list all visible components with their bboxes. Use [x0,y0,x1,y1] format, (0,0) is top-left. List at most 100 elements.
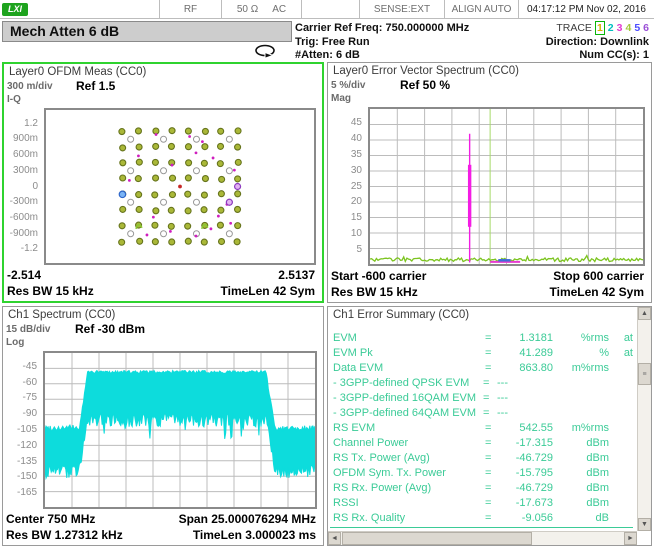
lxi-status-icon: LXI [2,3,28,16]
panel-ch1-error-summary[interactable]: Ch1 Error Summary (CC0) EVM=1.3181%rmsat… [327,306,652,546]
active-function-readout[interactable]: Mech Atten 6 dB [2,21,292,42]
error-dot [212,157,215,160]
y-tick-label: -600m [4,212,38,223]
trace-number-6[interactable]: 6 [643,22,649,34]
equals-sign: = [483,392,495,404]
y-axis-ticks: 45403530252015105 [328,107,364,266]
metric-unit: m%rms [553,422,609,434]
equals-sign: = [485,452,497,464]
panel-ofdm-meas[interactable]: Layer0 OFDM Meas (CC0) 300 m/div Ref 1.5… [2,62,324,303]
summary-row: RS Rx. Quality=-9.056dB [333,510,633,525]
metric-value: 41.289 [497,347,553,359]
y-scale-per-div: 300 m/div [7,81,53,92]
purple-point [235,184,241,190]
scroll-right-icon[interactable]: ► [624,532,637,545]
horizontal-scroll-thumb[interactable] [342,532,532,545]
y-tick-label: 600m [4,149,38,160]
vertical-scroll-thumb[interactable]: ≡ [638,363,651,385]
qam64-point [168,223,174,229]
metric-unit: dBm [553,497,609,509]
error-dot [169,230,172,233]
metric-name: RS Rx. Power (Avg) [333,482,485,494]
qam64-point [137,238,143,244]
error-dot [171,164,174,167]
qam64-point [185,144,191,150]
metric-unit: dBm [553,452,609,464]
scroll-up-icon[interactable]: ▲ [638,307,651,320]
trace-number-1[interactable]: 1 [595,21,605,35]
metric-name: Channel Power [333,437,485,449]
qam64-point [219,239,225,245]
error-dot [210,227,213,230]
center-freq-label: Center 750 MHz [6,512,95,527]
qam64-point [119,223,125,229]
trace-direction-block: TRACE123456 Direction: Downlink Num CC(s… [546,22,649,63]
qam64-point [202,128,208,134]
qam64-point [235,128,241,134]
error-summary-table: EVM=1.3181%rmsatEVM Pk=41.289%atData EVM… [333,330,633,525]
equals-sign: = [485,347,497,359]
x-axis-row: Start -600 carrier Stop 600 carrier [331,269,644,284]
y-tick-label: 30 [328,165,362,176]
y-tick-label: -75 [3,392,37,403]
pilot-point [161,168,167,174]
qam64-point [120,206,126,212]
qam64-point [235,176,241,182]
trace-number-2[interactable]: 2 [608,22,614,34]
qam64-point [153,208,159,214]
scroll-left-icon[interactable]: ◄ [328,532,341,545]
summary-row: Channel Power=-17.315dBm [333,435,633,450]
y-tick-label: -45 [3,361,37,372]
equals-sign: = [485,482,497,494]
qam64-point [235,144,241,150]
evs-plot [368,107,645,266]
metric-extra: at [609,347,633,359]
y-scale-per-div: 15 dB/div [6,324,50,335]
trace-number-5[interactable]: 5 [634,22,640,34]
y-tick-label: 1.2 [4,118,38,129]
metric-value: --- [495,377,553,389]
metric-value: -46.729 [497,452,553,464]
scroll-down-icon[interactable]: ▼ [638,518,651,531]
pilot-point [128,136,134,142]
ref-level-label: Ref -30 dBm [75,322,145,336]
x-max-label: 2.5137 [278,268,315,283]
vertical-scrollbar[interactable]: ▲ ≡ ▼ [637,307,651,531]
qam64-point [152,192,158,198]
panel-ch1-spectrum[interactable]: Ch1 Spectrum (CC0) 15 dB/div Ref -30 dBm… [2,306,324,546]
y-tick-label: -150 [3,471,37,482]
qam64-point [218,143,224,149]
qam64-point [217,161,223,167]
panel-error-vector-spectrum[interactable]: Layer0 Error Vector Spectrum (CC0) 5 %/d… [327,62,652,303]
metric-unit: dBm [553,467,609,479]
qam64-point [185,208,191,214]
y-tick-label: -1.2 [4,243,38,254]
trace-number-3[interactable]: 3 [617,22,623,34]
panel-title: Ch1 Error Summary (CC0) [333,309,469,321]
status-bar: LXI RF 50 Ω AC SENSE:EXT ALIGN AUTO 04:1… [0,0,654,19]
direction-setting: Direction: Downlink [546,36,649,50]
trace-number-4[interactable]: 4 [625,22,631,34]
metric-name: RS Rx. Quality [333,512,485,524]
summary-row: Data EVM=863.80m%rms [333,360,633,375]
qam64-point [235,206,241,212]
qam64-point [234,239,240,245]
pilot-point [226,231,232,237]
summary-row: RSSI=-17.673dBm [333,495,633,510]
x-axis-row: Center 750 MHz Span 25.000076294 MHz [6,512,316,527]
metric-value: -17.315 [497,437,553,449]
metric-unit: m%rms [553,362,609,374]
metric-value: --- [495,407,553,419]
summary-row: RS EVM=542.55m%rms [333,420,633,435]
metric-unit: %rms [553,332,609,344]
metric-unit: dBm [553,437,609,449]
annotation-row: Res BW 1.27312 kHz TimeLen 3.000023 ms [6,528,316,543]
metric-name: RS Tx. Power (Avg) [333,452,485,464]
y-tick-label: -135 [3,456,37,467]
metric-unit: % [553,347,609,359]
qam64-point [185,128,191,134]
qam64-point [218,128,224,134]
horizontal-scrollbar[interactable]: ◄ ► [328,531,637,545]
summary-row: - 3GPP-defined 16QAM EVM=--- [333,390,633,405]
y-tick-label: -165 [3,487,37,498]
